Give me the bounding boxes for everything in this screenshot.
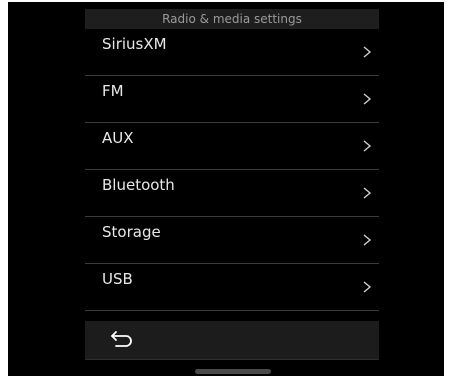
menu-item-usb[interactable]: USB [85,264,379,311]
menu-item-storage[interactable]: Storage [85,217,379,264]
menu-item-label: USB [102,270,133,288]
menu-item-aux[interactable]: AUX [85,123,379,170]
chevron-right-icon [363,140,372,152]
page-title: Radio & media settings [85,9,379,29]
menu-item-label: AUX [102,129,134,147]
menu-item-siriusxm[interactable]: SiriusXM [85,29,379,76]
menu-item-bluetooth[interactable]: Bluetooth [85,170,379,217]
back-button[interactable] [101,326,141,354]
bottom-bar [85,321,379,360]
chevron-right-icon [363,234,372,246]
chevron-right-icon [363,93,372,105]
home-indicator[interactable] [195,369,271,374]
chevron-right-icon [363,46,372,58]
menu-item-fm[interactable]: FM [85,76,379,123]
media-settings-screen: Radio & media settings SiriusXM FM AUX B… [8,2,444,376]
menu-item-label: Storage [102,223,161,241]
chevron-right-icon [363,281,372,293]
settings-menu: SiriusXM FM AUX Bluetooth Storage USB [85,29,379,311]
menu-item-label: SiriusXM [102,35,167,53]
menu-item-label: Bluetooth [102,176,175,194]
back-arrow-icon [111,331,132,347]
chevron-right-icon [363,187,372,199]
menu-item-label: FM [102,82,124,100]
